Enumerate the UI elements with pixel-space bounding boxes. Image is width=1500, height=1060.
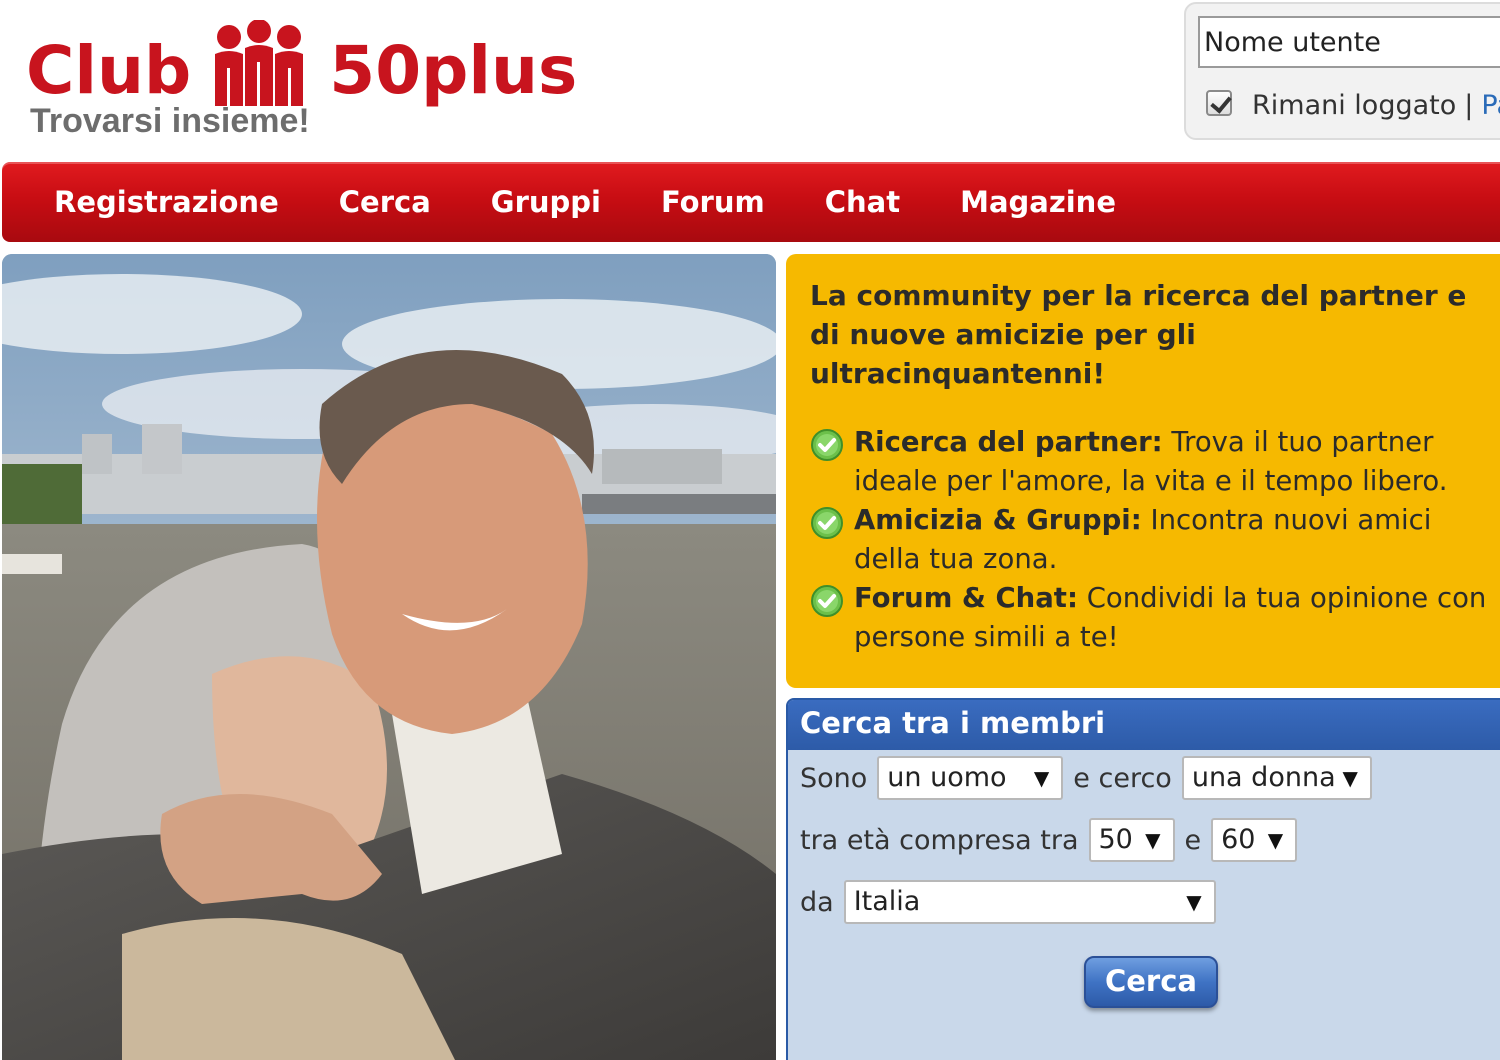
search-submit-button[interactable]: Cerca: [1084, 956, 1218, 1008]
separator: |: [1464, 90, 1474, 121]
country-select[interactable]: Italia ▼: [843, 880, 1216, 924]
nav-registrazione[interactable]: Registrazione: [54, 185, 279, 219]
remember-label[interactable]: Rimani loggato: [1252, 90, 1456, 121]
check-circle-icon: [811, 429, 843, 461]
i-am-select[interactable]: un uomo ▼: [877, 756, 1064, 800]
hero-photo: [2, 254, 776, 1060]
nav-chat[interactable]: Chat: [825, 185, 900, 219]
age-max-select[interactable]: 60 ▼: [1211, 818, 1298, 862]
chevron-down-icon: ▼: [1033, 766, 1050, 790]
info-box: La community per la ricerca del partner …: [786, 254, 1500, 688]
search-row-age: tra età compresa tra 50 ▼ e 60 ▼: [800, 818, 1307, 862]
tagline: Trovarsi insieme!: [30, 102, 310, 140]
info-headline: La community per la ricerca del partner …: [810, 279, 1467, 390]
chevron-down-icon: ▼: [1186, 890, 1202, 914]
login-box: Rimani loggato | Pa: [1184, 2, 1500, 140]
age-min-select[interactable]: 50 ▼: [1088, 818, 1175, 862]
age-label: tra età compresa tra: [800, 824, 1079, 856]
nav-cerca[interactable]: Cerca: [339, 185, 431, 219]
feature-title: Forum & Chat:: [854, 582, 1078, 614]
remember-row: Rimani loggato | Pa: [1206, 89, 1500, 121]
search-panel-title: Cerca tra i membri: [788, 700, 1500, 750]
seeking-value: una donna: [1191, 762, 1336, 793]
seeking-select[interactable]: una donna ▼: [1181, 756, 1372, 800]
username-input[interactable]: [1198, 16, 1500, 68]
feature-item: Amicizia & Gruppi: Incontra nuovi amici …: [810, 501, 1500, 579]
feature-title: Amicizia & Gruppi:: [854, 504, 1142, 536]
nav-forum[interactable]: Forum: [661, 185, 765, 219]
i-am-label: Sono: [800, 762, 868, 794]
check-circle-icon: [811, 585, 843, 617]
feature-list: Ricerca del partner: Trova il tuo partne…: [810, 423, 1500, 657]
age-min-value: 50: [1098, 824, 1133, 855]
check-circle-icon: [811, 507, 843, 539]
chevron-down-icon: ▼: [1267, 828, 1284, 852]
age-and-label: e: [1184, 824, 1202, 856]
chevron-down-icon: ▼: [1342, 766, 1358, 790]
country-value: Italia: [853, 886, 921, 917]
feature-item: Ricerca del partner: Trova il tuo partne…: [810, 423, 1500, 501]
people-group-icon: [215, 20, 304, 106]
search-row-gender: Sono un uomo ▼ e cerco una donna ▼: [800, 756, 1382, 800]
chevron-down-icon: ▼: [1145, 828, 1161, 852]
seeking-label: e cerco: [1073, 762, 1172, 794]
main-nav: Registrazione Cerca Gruppi Forum Chat Ma…: [2, 162, 1500, 242]
age-max-value: 60: [1221, 824, 1256, 855]
forgot-password-link[interactable]: Pa: [1481, 90, 1500, 121]
logo-word-50plus: 50plus: [329, 32, 578, 109]
from-label: da: [800, 886, 834, 918]
nav-magazine[interactable]: Magazine: [960, 185, 1116, 219]
feature-title: Ricerca del partner:: [854, 426, 1163, 458]
feature-item: Forum & Chat: Condividi la tua opinione …: [810, 579, 1500, 657]
i-am-value: un uomo: [887, 762, 1007, 793]
couple-embracing-photo: [2, 254, 776, 1060]
site-logo[interactable]: Club 50plus Trovarsi insieme!: [26, 12, 586, 142]
logo-word-club: Club: [26, 32, 192, 109]
nav-gruppi[interactable]: Gruppi: [491, 185, 601, 219]
search-row-country: da Italia ▼: [800, 880, 1226, 924]
remember-checkbox[interactable]: [1206, 89, 1232, 116]
